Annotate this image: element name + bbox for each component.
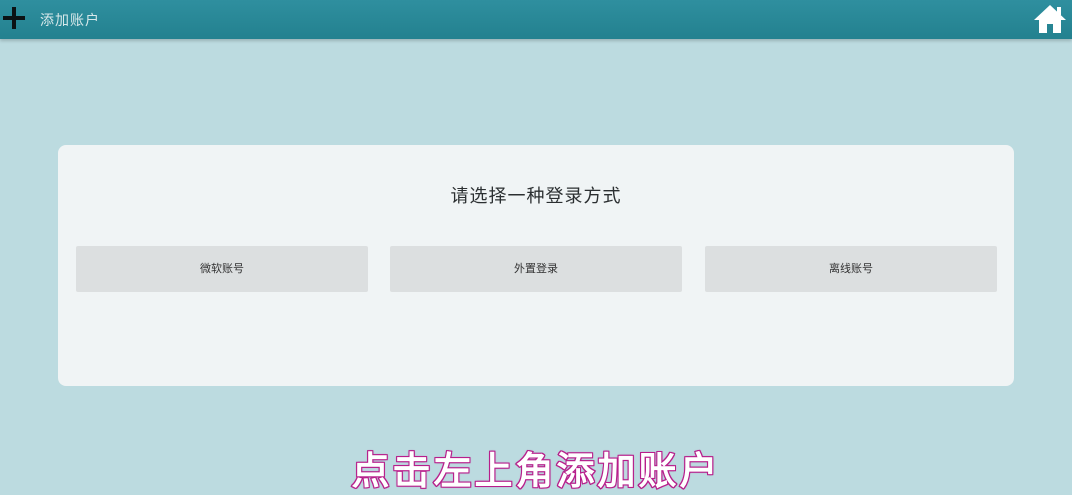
video-caption: 点击左上角添加账户 <box>350 448 721 494</box>
add-account-button[interactable] <box>2 6 26 30</box>
plus-icon <box>3 7 25 29</box>
top-app-bar: 添加账户 <box>0 0 1072 39</box>
login-method-dialog: 请选择一种登录方式 微软账号 外置登录 离线账号 <box>58 145 1014 386</box>
offline-account-button[interactable]: 离线账号 <box>705 246 997 292</box>
microsoft-account-button[interactable]: 微软账号 <box>76 246 368 292</box>
page-title: 添加账户 <box>40 13 100 29</box>
external-login-button[interactable]: 外置登录 <box>390 246 682 292</box>
home-icon <box>1034 5 1066 33</box>
home-button[interactable] <box>1032 3 1068 35</box>
dialog-title: 请选择一种登录方式 <box>450 186 622 207</box>
